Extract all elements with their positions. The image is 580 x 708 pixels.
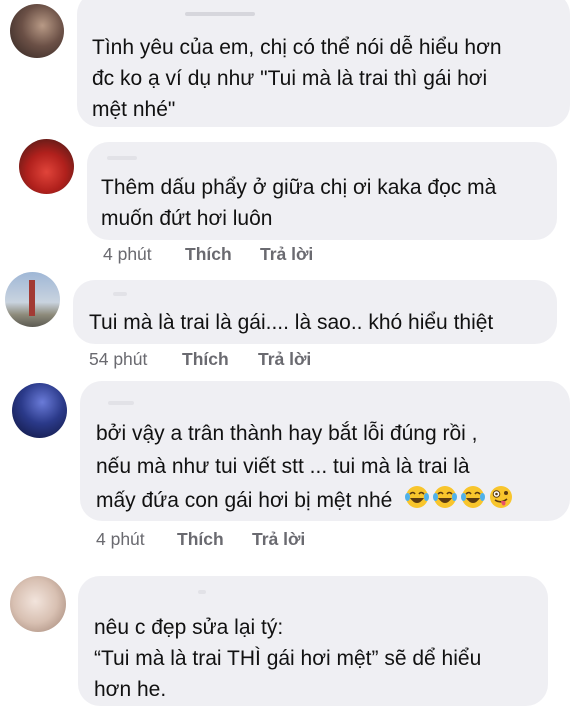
comment-2-like-button[interactable]: Thích xyxy=(185,244,232,265)
comment-2-author-name[interactable] xyxy=(107,156,137,160)
comment-3-avatar[interactable] xyxy=(5,272,60,327)
comment-5-avatar[interactable] xyxy=(10,576,66,632)
laughing-tears-emoji xyxy=(432,484,458,519)
comment-2-line-2: muốn đứt hơi luôn xyxy=(101,207,273,230)
laughing-tears-emoji xyxy=(404,484,430,519)
comment-1-bubble: Tình yêu của em, chị có thể nói dễ hiểu … xyxy=(77,0,570,127)
comment-4-time: 4 phút xyxy=(96,529,145,549)
comment-4-line-2: nếu mà như tui viết stt ... tui mà là tr… xyxy=(96,455,470,478)
comment-3-reply-button[interactable]: Trả lời xyxy=(258,349,311,370)
comment-1-author-name[interactable] xyxy=(185,12,255,16)
comment-4-avatar[interactable] xyxy=(12,383,67,438)
comment-4-like-button[interactable]: Thích xyxy=(177,529,224,550)
comment-5-line-1: nêu c đẹp sửa lại tý: xyxy=(94,616,284,639)
monument-shape xyxy=(29,280,35,316)
comment-1-line-2: đc ko ạ ví dụ như "Tui mà là trai thì gá… xyxy=(92,67,488,90)
comment-5-bubble: nêu c đẹp sửa lại tý: “Tui mà là trai TH… xyxy=(78,576,548,706)
comment-3-time: 54 phút xyxy=(89,349,148,369)
comment-4-author-name[interactable] xyxy=(108,401,134,405)
comment-4-line-3-text: mấy đứa con gái hơi bị mệt nhé xyxy=(96,489,393,513)
zany-face-emoji xyxy=(488,484,514,519)
comment-2-bubble: Thêm dấu phẩy ở giữa chị ơi kaka đọc mà … xyxy=(87,142,557,240)
comment-3-like-button[interactable]: Thích xyxy=(182,349,229,370)
comment-3-author-name[interactable] xyxy=(113,292,127,296)
comment-5-line-3: hơn he. xyxy=(94,678,167,701)
comment-2-reply-button[interactable]: Trả lời xyxy=(260,244,313,265)
comment-1-avatar[interactable] xyxy=(10,4,64,58)
comment-2-avatar[interactable] xyxy=(19,139,74,194)
comment-5-author-name[interactable] xyxy=(198,590,206,594)
comment-4-reply-button[interactable]: Trả lời xyxy=(252,529,305,550)
comment-2-time: 4 phút xyxy=(103,244,152,264)
laughing-tears-emoji xyxy=(460,484,486,519)
comment-4-actions: 4 phút Thích Trả lời xyxy=(96,529,396,553)
comment-1-line-3: mệt nhé" xyxy=(92,98,176,121)
comment-3-bubble: Tui mà là trai là gái.... là sao.. khó h… xyxy=(73,280,557,344)
comment-4-bubble: bởi vậy a trân thành hay bắt lỗi đúng rồ… xyxy=(80,381,570,521)
comment-3-actions: 54 phút Thích Trả lời xyxy=(89,349,389,373)
comment-3-line-1: Tui mà là trai là gái.... là sao.. khó h… xyxy=(89,311,494,334)
comment-4-line-1: bởi vậy a trân thành hay bắt lỗi đúng rồ… xyxy=(96,422,478,445)
comment-4-line-3: mấy đứa con gái hơi bị mệt nhé xyxy=(96,484,514,519)
comment-5-line-2: “Tui mà là trai THÌ gái hơi mệt” sẽ dể h… xyxy=(94,647,482,670)
comment-2-line-1: Thêm dấu phẩy ở giữa chị ơi kaka đọc mà xyxy=(101,176,497,199)
comment-2-actions: 4 phút Thích Trả lời xyxy=(103,244,403,268)
comment-1-line-1: Tình yêu của em, chị có thể nói dễ hiểu … xyxy=(92,36,502,59)
